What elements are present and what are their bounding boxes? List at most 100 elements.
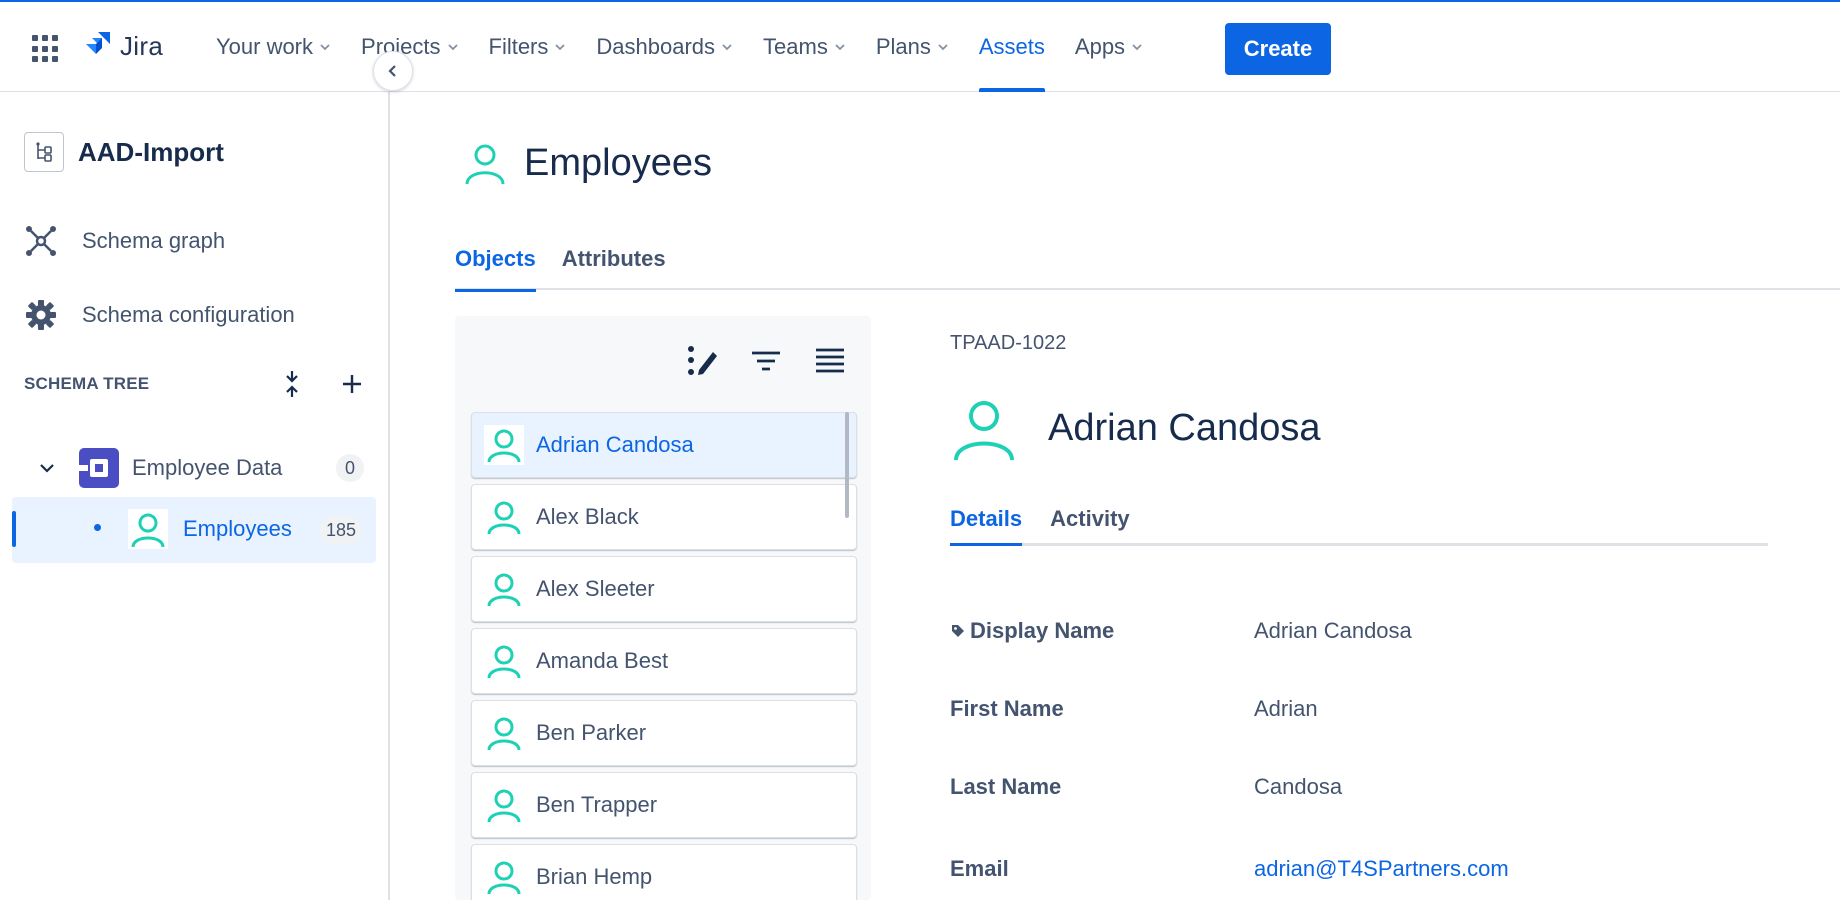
schema-configuration-label: Schema configuration: [82, 302, 295, 327]
add-icon[interactable]: [340, 372, 364, 396]
attribute-value: Adrian: [1254, 696, 1318, 721]
attribute-label: First Name: [950, 696, 1064, 721]
object-key: TPAAD-1022: [950, 332, 1067, 354]
nav-label: Your work: [216, 34, 314, 59]
list-item[interactable]: Brian Hemp: [471, 844, 857, 900]
list-item[interactable]: Ben Trapper: [471, 772, 857, 838]
object-type-tabs: Objects Attributes: [455, 246, 1840, 292]
tab-objects[interactable]: Objects: [455, 246, 536, 292]
user-icon: [484, 857, 524, 897]
nav-plans[interactable]: Plans: [876, 2, 949, 92]
attribute-label: Last Name: [950, 774, 1062, 799]
filter-icon[interactable]: [749, 344, 783, 378]
nav-label: Dashboards: [596, 34, 716, 59]
object-schema-icon: [79, 448, 119, 488]
tree-item-label: Employee Data: [132, 455, 283, 480]
user-icon: [954, 401, 1014, 461]
chevron-left-icon: [388, 65, 396, 77]
tag-icon: [952, 625, 964, 637]
create-button[interactable]: Create: [1225, 23, 1331, 75]
chevron-down-icon: [722, 44, 732, 51]
email-link[interactable]: adrian@T4SPartners.com: [1254, 856, 1509, 882]
list-scrollbar[interactable]: [845, 412, 849, 518]
chevron-down-icon: [1132, 44, 1142, 51]
schema-graph-icon: [26, 226, 56, 256]
attribute-value: Adrian Candosa: [1254, 618, 1412, 643]
schema-configuration-link[interactable]: Schema configuration: [24, 298, 295, 332]
main-nav: Your work Projects Filters Dashboards Te…: [216, 2, 1173, 92]
attribute-label: Display Name: [950, 618, 1114, 644]
app-switcher-icon[interactable]: [32, 35, 60, 63]
chevron-down-icon[interactable]: [38, 459, 56, 477]
nav-teams[interactable]: Teams: [763, 2, 846, 92]
nav-assets[interactable]: Assets: [978, 2, 1045, 92]
chevron-down-icon: [320, 44, 330, 51]
attribute-value: Candosa: [1254, 774, 1343, 799]
nav-label: Apps: [1074, 34, 1126, 59]
schema-header: AAD-Import: [24, 132, 224, 172]
chevron-down-icon: [447, 44, 458, 51]
list-item-label: Amanda Best: [536, 648, 669, 673]
list-item-label: Ben Trapper: [536, 792, 658, 817]
attribute-label: Email: [950, 856, 1009, 881]
schema-tree-heading: SCHEMA TREE: [24, 371, 364, 397]
user-icon: [484, 425, 524, 465]
collapse-all-icon[interactable]: [280, 369, 304, 399]
jira-logo[interactable]: Jira: [82, 30, 163, 62]
jira-logo-icon: [86, 32, 110, 54]
gear-icon: [26, 300, 56, 330]
user-icon: [484, 497, 524, 537]
schema-title: AAD-Import: [78, 136, 224, 167]
nav-label: Plans: [875, 34, 931, 59]
chevron-down-icon: [555, 44, 566, 51]
sidebar: AAD-Import Schema graph Schema configura…: [0, 92, 390, 900]
list-item[interactable]: Alex Sleeter: [471, 556, 857, 622]
nav-your-work[interactable]: Your work: [216, 2, 331, 92]
bullet-icon: [94, 524, 101, 531]
user-icon: [484, 713, 524, 753]
user-icon: [484, 785, 524, 825]
list-item[interactable]: Amanda Best: [471, 628, 857, 694]
chevron-down-icon: [938, 44, 948, 51]
top-navigation: Jira Your work Projects Filters Dashboar…: [0, 0, 1840, 92]
list-toolbar: [655, 344, 847, 378]
nav-label: Filters: [488, 34, 549, 59]
object-name: Adrian Candosa: [1048, 406, 1321, 449]
edit-columns-icon[interactable]: [685, 344, 719, 378]
list-view-icon[interactable]: [813, 344, 847, 378]
schema-tree-icon: [24, 132, 64, 172]
tree-item-employee-data[interactable]: Employee Data 0: [38, 447, 364, 489]
object-header: Adrian Candosa: [950, 394, 1321, 462]
list-item[interactable]: Ben Parker: [471, 700, 857, 766]
list-item-label: Alex Sleeter: [536, 576, 655, 601]
user-icon: [465, 144, 505, 185]
nav-filters[interactable]: Filters: [489, 2, 567, 92]
user-icon: [484, 641, 524, 681]
list-item[interactable]: Alex Black: [471, 484, 857, 550]
nav-apps[interactable]: Apps: [1075, 2, 1143, 92]
page-title: Employees: [524, 141, 712, 184]
tree-item-count: 0: [336, 454, 364, 482]
nav-label: Teams: [763, 34, 828, 59]
tab-details[interactable]: Details: [950, 506, 1023, 546]
list-item[interactable]: Adrian Candosa: [471, 412, 857, 478]
logo-text: Jira: [120, 30, 164, 61]
nav-label: Assets: [978, 34, 1045, 59]
tree-item-label: Employees: [183, 516, 292, 541]
schema-graph-link[interactable]: Schema graph: [24, 224, 225, 258]
tree-item-count: 185: [319, 516, 362, 544]
tree-item-employees[interactable]: Employees 185: [12, 497, 376, 563]
list-item-label: Adrian Candosa: [536, 432, 694, 457]
nav-dashboards[interactable]: Dashboards: [596, 2, 733, 92]
list-item-label: Alex Black: [536, 504, 639, 529]
attribute-label-text: Display Name: [970, 618, 1115, 643]
schema-tree-label: SCHEMA TREE: [24, 374, 150, 393]
tab-activity[interactable]: Activity: [1050, 506, 1129, 543]
tab-attributes[interactable]: Attributes: [562, 246, 666, 290]
user-icon: [128, 509, 168, 549]
collapse-sidebar-button[interactable]: [373, 51, 413, 91]
object-list-panel: Adrian Candosa Alex Black Alex Sleeter A…: [455, 316, 871, 900]
page-header: Employees: [462, 140, 712, 186]
object-detail-tabs: Details Activity: [950, 506, 1768, 546]
user-icon: [484, 569, 524, 609]
